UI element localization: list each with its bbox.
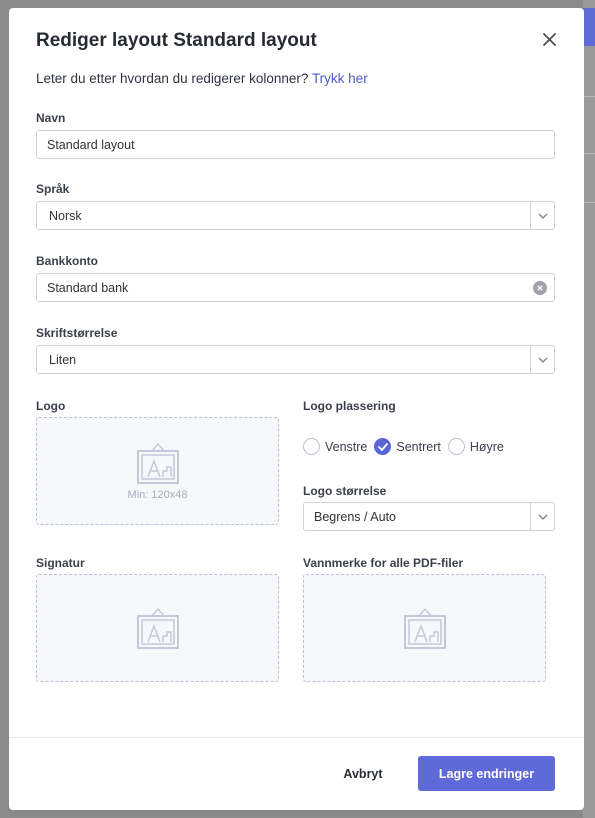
name-input-value: Standard layout xyxy=(47,137,135,152)
watermark-dropzone[interactable] xyxy=(303,574,546,682)
chevron-down-icon xyxy=(538,514,547,520)
radio-center-label: Sentrert xyxy=(396,439,441,454)
chevron-down-icon xyxy=(538,357,547,363)
image-placeholder-icon xyxy=(136,607,179,649)
logo-size-label: Logo størrelse xyxy=(303,484,387,498)
edit-layout-dialog: Rediger layout Standard layout Leter du … xyxy=(9,8,584,810)
name-label: Navn xyxy=(36,111,66,125)
clear-button[interactable] xyxy=(533,281,547,295)
logo-size-value: Begrens / Auto xyxy=(314,509,397,524)
bank-account-select[interactable]: Standard bank xyxy=(36,273,555,302)
logo-position-label: Logo plassering xyxy=(303,399,396,413)
logo-dropzone[interactable]: Min: 120x48 xyxy=(36,417,279,525)
watermark-label: Vannmerke for alle PDF-filer xyxy=(303,556,464,570)
name-input[interactable]: Standard layout xyxy=(36,130,555,159)
check-icon xyxy=(377,442,388,451)
clear-icon xyxy=(537,285,543,291)
radio-right-label: Høyre xyxy=(469,439,504,454)
radio-right[interactable]: Høyre xyxy=(447,438,504,455)
font-size-label: Skriftstørrelse xyxy=(36,326,118,340)
backdrop xyxy=(583,0,595,818)
logo-position-radio-group: Venstre Sentrert Høyre xyxy=(303,438,511,455)
signature-label: Signatur xyxy=(36,556,85,570)
language-select-value: Norsk xyxy=(49,208,82,223)
dialog-title: Rediger layout Standard layout xyxy=(36,30,317,51)
radio-center[interactable]: Sentrert xyxy=(374,438,441,455)
font-size-select-toggle[interactable] xyxy=(530,346,554,373)
help-text: Leter du etter hvordan du redigerer kolo… xyxy=(36,71,368,86)
radio-left-label: Venstre xyxy=(325,439,368,454)
chevron-down-icon xyxy=(538,213,547,219)
image-placeholder-icon xyxy=(136,442,179,484)
radio-left[interactable]: Venstre xyxy=(303,438,367,455)
logo-size-select[interactable]: Begrens / Auto xyxy=(303,502,555,531)
signature-dropzone[interactable] xyxy=(36,574,279,682)
backdrop-divider xyxy=(583,153,595,154)
bank-account-label: Bankkonto xyxy=(36,254,99,268)
logo-size-hint: Min: 120x48 xyxy=(127,489,188,501)
close-icon xyxy=(542,32,556,46)
language-select[interactable]: Norsk xyxy=(36,201,555,230)
logo-label: Logo xyxy=(36,399,66,413)
backdrop-divider xyxy=(583,202,595,203)
footer-divider xyxy=(9,737,584,738)
bank-account-value: Standard bank xyxy=(47,280,129,295)
radio-left-circle[interactable] xyxy=(303,438,320,455)
help-text-label: Leter du etter hvordan du redigerer kolo… xyxy=(36,71,312,86)
radio-center-circle[interactable] xyxy=(374,438,392,455)
radio-right-circle[interactable] xyxy=(447,438,465,455)
save-button[interactable]: Lagre endringer xyxy=(418,756,555,791)
font-size-value: Liten xyxy=(49,352,77,367)
language-select-toggle[interactable] xyxy=(530,202,554,229)
cancel-button[interactable]: Avbryt xyxy=(327,758,399,790)
image-placeholder-icon xyxy=(403,607,446,649)
backdrop-divider xyxy=(583,96,595,97)
help-link[interactable]: Trykk her xyxy=(312,71,368,86)
font-size-select[interactable]: Liten xyxy=(36,345,555,374)
backdrop-accent xyxy=(583,8,595,46)
logo-size-select-toggle[interactable] xyxy=(530,503,554,530)
close-button[interactable] xyxy=(538,28,560,50)
language-label: Språk xyxy=(36,182,70,196)
